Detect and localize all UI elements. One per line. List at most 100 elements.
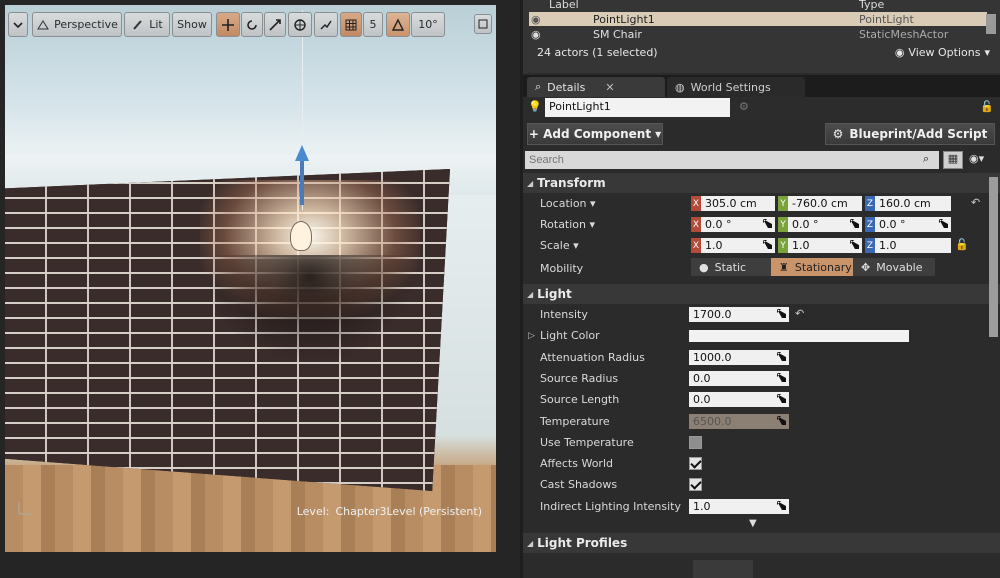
search-icon[interactable]: ⌕ — [923, 152, 929, 166]
mobility-label: Mobility — [540, 262, 584, 275]
axis-indicator-icon — [18, 502, 31, 515]
maximize-icon — [478, 19, 488, 29]
light-profile-thumbnail[interactable] — [693, 560, 753, 578]
world-local-button[interactable] — [288, 12, 312, 37]
light-category[interactable]: ◢ Light — [523, 284, 1000, 304]
static-icon: ● — [699, 260, 709, 274]
attenuation-field[interactable]: 1000.0 — [689, 350, 789, 365]
scale-icon — [269, 18, 281, 31]
outliner-row[interactable]: ◉ PointLight1 PointLight — [529, 12, 987, 26]
blueprint-add-script-button[interactable]: ⚙ Blueprint/Add Script — [825, 123, 995, 145]
details-scrollbar[interactable] — [989, 177, 998, 337]
level-viewport[interactable]: Level: Chapter3Level (Persistent) Perspec… — [0, 0, 520, 578]
scale-z-field[interactable]: 1.0 — [875, 238, 951, 253]
brush-icon — [133, 19, 143, 30]
source-radius-row: Source Radius 0.0 — [523, 368, 988, 389]
light-color-swatch[interactable] — [689, 330, 909, 342]
eye-visibility-icon[interactable]: ◉▾ — [969, 152, 984, 165]
axis-y-tag: Y — [778, 196, 788, 211]
outliner-scrollbar[interactable] — [986, 14, 996, 34]
level-label: Level: Chapter3Level (Persistent) — [291, 505, 482, 518]
cast-shadows-checkbox[interactable] — [689, 478, 702, 491]
viewport-menu-button[interactable] — [8, 12, 28, 37]
location-x-field[interactable]: 305.0 cm — [701, 196, 775, 211]
chevron-down-icon: ▾ — [984, 46, 990, 59]
expand-arrow-icon[interactable]: ▷ — [528, 331, 535, 341]
angle-size-dropdown[interactable]: 10° — [411, 12, 445, 37]
rotation-y-field[interactable]: 0.0 ° — [788, 217, 862, 232]
axis-y-tag: Y — [778, 238, 788, 253]
transform-category[interactable]: ◢ Transform — [523, 173, 1000, 193]
actor-name-input[interactable]: PointLight1 — [545, 98, 730, 117]
light-color-label: Light Color — [540, 329, 600, 342]
perspective-button[interactable]: Perspective — [32, 12, 122, 37]
maximize-viewport-button[interactable] — [474, 14, 492, 34]
move-icon — [222, 18, 234, 31]
perspective-icon — [37, 19, 50, 29]
axis-x-tag: X — [691, 196, 701, 211]
intensity-field[interactable]: 1700.0 — [689, 307, 789, 322]
translate-mode-button[interactable] — [216, 12, 240, 37]
rotation-z-field[interactable]: 0.0 ° — [875, 217, 951, 232]
rotation-label[interactable]: Rotation ▾ — [540, 218, 595, 231]
lock-icon[interactable]: 🔓 — [980, 100, 994, 113]
view-options-button[interactable]: ◉ View Options ▾ — [895, 46, 990, 59]
property-matrix-icon[interactable]: ▦ — [943, 151, 963, 169]
use-temperature-checkbox[interactable] — [689, 436, 702, 449]
source-length-field[interactable]: 0.0 — [689, 392, 789, 407]
rotation-x-field[interactable]: 0.0 ° — [701, 217, 775, 232]
visibility-eye-icon[interactable]: ◉ — [531, 28, 541, 41]
show-button[interactable]: Show — [172, 12, 212, 37]
source-radius-field[interactable]: 0.0 — [689, 371, 789, 386]
close-icon[interactable]: ✕ — [605, 81, 614, 94]
tab-world-settings[interactable]: ◍ World Settings — [667, 77, 805, 97]
indirect-lighting-field[interactable]: 1.0 — [689, 499, 789, 514]
scale-y-field[interactable]: 1.0 — [788, 238, 862, 253]
point-light-bulb-icon[interactable] — [290, 221, 312, 251]
source-radius-label: Source Radius — [540, 372, 619, 385]
lock-scale-icon[interactable]: 🔓 — [955, 238, 969, 251]
actor-name-row: 💡 PointLight1 ⚙ 🔓 — [523, 97, 1000, 119]
mobility-movable-option[interactable]: ✥ Movable — [853, 258, 935, 276]
tab-details[interactable]: ⌕ Details ✕ — [527, 77, 665, 97]
reset-arrow-icon[interactable]: ↶ — [795, 307, 804, 320]
surface-snap-button[interactable] — [314, 12, 338, 37]
view-options-label: View Options — [908, 46, 981, 59]
location-label[interactable]: Location ▾ — [540, 197, 596, 210]
blueprint-icon: ⚙ — [832, 127, 844, 141]
lit-button[interactable]: Lit — [124, 12, 170, 37]
tab-details-label: Details — [547, 80, 586, 94]
grid-size-dropdown[interactable]: 5 — [363, 12, 383, 37]
scale-mode-button[interactable] — [264, 12, 286, 37]
advanced-expand-icon[interactable]: ▼ — [749, 518, 757, 529]
location-y-field[interactable]: -760.0 cm — [788, 196, 862, 211]
gear-icon[interactable]: ⚙ — [739, 100, 749, 113]
rotate-mode-button[interactable] — [241, 12, 263, 37]
visibility-eye-icon[interactable]: ◉ — [531, 13, 541, 26]
light-profiles-category[interactable]: ◢ Light Profiles — [523, 533, 1000, 553]
outliner-row[interactable]: ◉ SM Chair StaticMeshActor — [529, 27, 987, 41]
add-component-button[interactable]: + Add Component ▾ — [527, 123, 663, 145]
mobility-stationary-label: Stationary — [794, 260, 852, 274]
location-z-field[interactable]: 160.0 cm — [875, 196, 951, 211]
temperature-field[interactable]: 6500.0 — [689, 414, 789, 429]
mobility-stationary-option[interactable]: ♜ Stationary — [771, 258, 853, 276]
scene-render[interactable]: Level: Chapter3Level (Persistent) — [5, 5, 496, 552]
scale-label[interactable]: Scale ▾ — [540, 239, 579, 252]
axis-z-tag: Z — [865, 196, 875, 211]
affects-world-checkbox[interactable] — [689, 457, 702, 470]
outliner-label-header[interactable]: Label — [549, 0, 579, 11]
indirect-lighting-row: Indirect Lighting Intensity 1.0 — [523, 496, 988, 517]
eye-icon: ◉ — [894, 46, 905, 59]
details-search-input[interactable] — [525, 151, 939, 169]
angle-snap-button[interactable] — [386, 12, 410, 37]
grid-snap-button[interactable] — [340, 12, 362, 37]
outliner-type-header[interactable]: Type — [859, 0, 884, 11]
translate-gizmo-z-arrow[interactable] — [295, 145, 309, 205]
viewport-toolbar: Perspective Lit Show 5 10° — [6, 12, 496, 38]
mobility-static-option[interactable]: ● Static — [691, 258, 771, 276]
scale-x-field[interactable]: 1.0 — [701, 238, 775, 253]
reset-arrow-icon[interactable]: ↶ — [971, 196, 980, 209]
affects-world-label: Affects World — [540, 457, 613, 470]
movable-icon: ✥ — [861, 260, 871, 274]
